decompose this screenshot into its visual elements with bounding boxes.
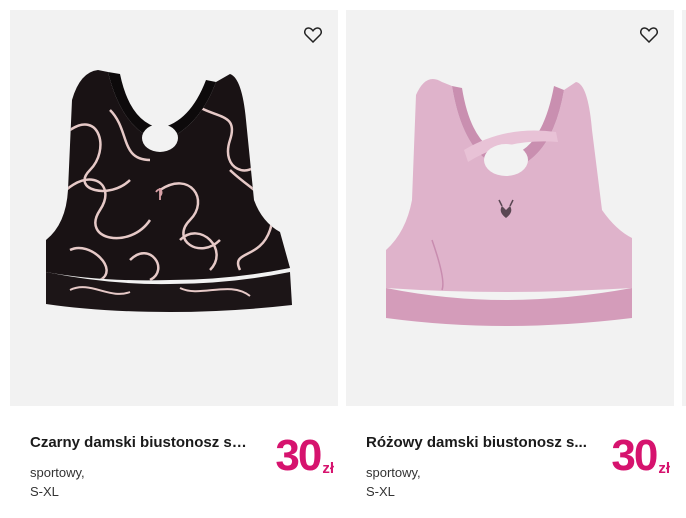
product-details: sportowy, S-XL — [30, 463, 260, 501]
price-value: 30 — [275, 431, 322, 480]
product-title[interactable]: Czarny damski biustonosz sp... — [30, 434, 252, 451]
product-info: Różowy damski biustonosz s... sportowy, … — [366, 434, 596, 501]
product-details: sportowy, S-XL — [366, 463, 596, 501]
product-card[interactable]: Różowy damski biustonosz s... sportowy, … — [346, 10, 674, 510]
product-sizes: S-XL — [30, 484, 59, 499]
product-subtitle: sportowy, — [366, 465, 421, 480]
price-currency: zł — [658, 460, 670, 477]
price-value: 30 — [611, 431, 658, 480]
product-card[interactable]: Czarny damski biustonosz sp... sportowy,… — [10, 10, 338, 510]
product-title[interactable]: Różowy damski biustonosz s... — [366, 434, 588, 451]
product-price: 30 zł — [275, 434, 334, 478]
heart-outline-icon[interactable] — [638, 24, 660, 46]
product-image[interactable] — [346, 10, 674, 406]
product-image[interactable] — [10, 10, 338, 406]
product-grid: Czarny damski biustonosz sp... sportowy,… — [0, 0, 686, 518]
product-price: 30 zł — [611, 434, 670, 478]
price-currency: zł — [322, 460, 334, 477]
next-card-edge — [682, 10, 686, 406]
product-subtitle: sportowy, — [30, 465, 85, 480]
product-sizes: S-XL — [366, 484, 395, 499]
pink-sports-bra-image — [386, 78, 632, 326]
heart-outline-icon[interactable] — [302, 24, 324, 46]
product-info: Czarny damski biustonosz sp... sportowy,… — [30, 434, 260, 501]
black-sports-bra-image — [46, 70, 292, 312]
